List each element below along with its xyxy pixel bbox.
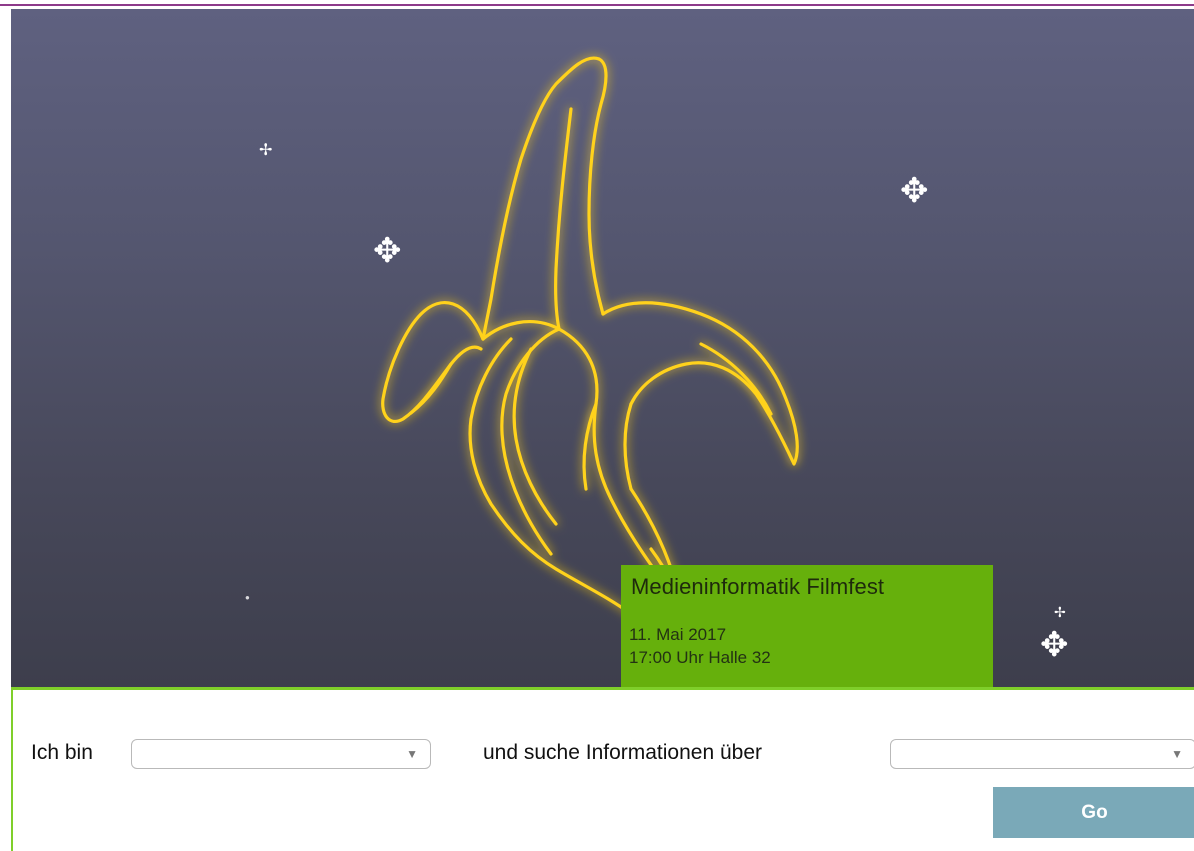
- top-accent-rule: [0, 0, 1194, 9]
- banana-illustration: [381, 56, 799, 676]
- role-label: Ich bin: [31, 741, 93, 764]
- sparkle-icon: ✥: [373, 232, 402, 270]
- sparkle-icon: ✥: [900, 172, 929, 210]
- event-info-box: Medieninformatik Filmfest 11. Mai 2017 1…: [621, 565, 993, 689]
- sparkle-icon: ✥: [1040, 626, 1069, 664]
- chevron-down-icon: ▼: [406, 747, 418, 761]
- search-panel: Ich bin ▼ und suche Informationen über ▼…: [11, 687, 1194, 851]
- sparkle-icon: ✢: [259, 142, 273, 159]
- event-time-place: 17:00 Uhr Halle 32: [629, 648, 771, 667]
- event-date: 11. Mai 2017: [629, 625, 727, 644]
- chevron-down-icon: ▼: [1171, 747, 1183, 761]
- sparkle-icon: ✢: [1054, 604, 1066, 620]
- go-button[interactable]: Go: [993, 787, 1194, 838]
- hero-banner: ✢ ✥ ✥ ● ✢ ✥: [11, 9, 1194, 689]
- topic-label: und suche Informationen über: [483, 741, 763, 764]
- role-select[interactable]: ▼: [131, 739, 431, 769]
- topic-select[interactable]: ▼: [890, 739, 1194, 769]
- event-title: Medieninformatik Filmfest: [631, 574, 885, 599]
- sparkle-icon: ●: [245, 593, 250, 602]
